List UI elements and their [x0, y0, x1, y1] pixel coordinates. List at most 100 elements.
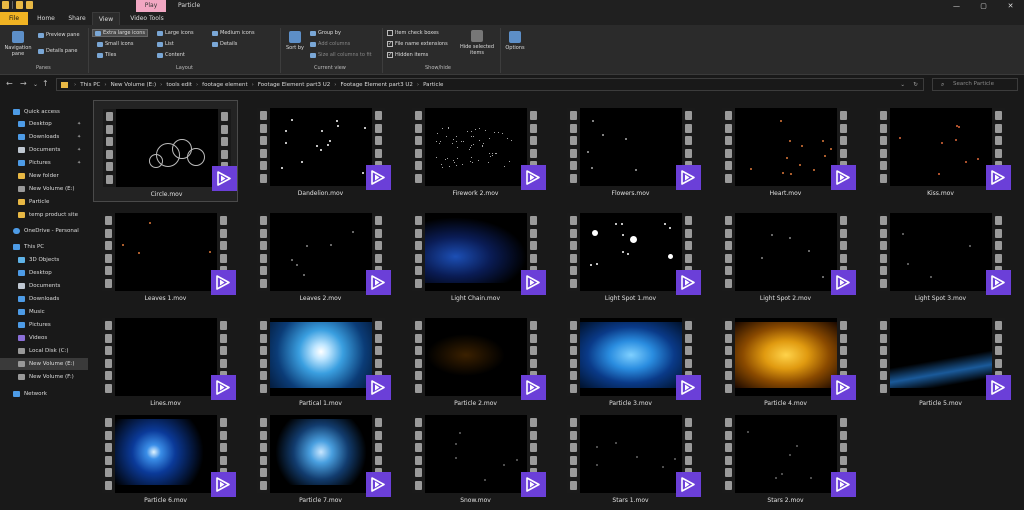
file-item[interactable]: Particle 4.mov: [713, 310, 858, 412]
sidebar-item-documents-pc[interactable]: Documents: [0, 280, 88, 292]
breadcrumb-footage-element[interactable]: footage element: [202, 82, 248, 88]
tab-home[interactable]: Home: [30, 12, 62, 25]
new-folder-icon[interactable]: [26, 1, 33, 9]
options-button[interactable]: Options: [503, 31, 527, 51]
pin-icon[interactable]: ✦: [77, 118, 81, 130]
particle-dot: [750, 168, 753, 171]
file-item[interactable]: Particle 7.mov: [248, 407, 393, 509]
address-dropdown-icon[interactable]: ⌄: [900, 82, 905, 88]
tab-share[interactable]: Share: [62, 12, 92, 25]
file-item[interactable]: Particle 6.mov: [93, 407, 238, 509]
film-strip-edge: [257, 415, 270, 493]
address-bar[interactable]: › This PC › New Volume (E:) › tools edit › …: [56, 78, 924, 91]
forward-arrow-icon[interactable]: →: [20, 79, 27, 88]
sidebar-item-new-volume-e-quick[interactable]: New Volume (E:): [0, 183, 88, 195]
file-item[interactable]: Light Spot 3.mov: [868, 205, 1013, 307]
file-item[interactable]: Particle 5.mov: [868, 310, 1013, 412]
sort-by-button[interactable]: Sort by: [286, 31, 304, 51]
hide-selected-items-button[interactable]: Hide selected items: [458, 30, 496, 56]
pin-icon[interactable]: ✦: [77, 157, 81, 169]
breadcrumb-tools-edit[interactable]: tools edit: [166, 82, 192, 88]
file-item[interactable]: Light Spot 2.mov: [713, 205, 858, 307]
context-tab-play[interactable]: Play: [136, 0, 166, 12]
sidebar-item-desktop[interactable]: Desktop ✦: [0, 118, 88, 130]
group-by-button[interactable]: Group by: [310, 30, 341, 36]
file-item[interactable]: Heart.mov: [713, 100, 858, 202]
sidebar-item-downloads[interactable]: Downloads ✦: [0, 131, 88, 143]
maximize-button[interactable]: ▢: [970, 0, 997, 12]
small-icons-option[interactable]: Small icons: [97, 41, 133, 47]
sidebar-item-local-disk-c[interactable]: Local Disk (C:): [0, 345, 88, 357]
size-all-columns-button[interactable]: Size all columns to fit: [310, 52, 372, 58]
file-item[interactable]: Leaves 2.mov: [248, 205, 393, 307]
file-item[interactable]: Flowers.mov: [558, 100, 703, 202]
tab-video-tools[interactable]: Video Tools: [124, 12, 170, 25]
large-icons-option[interactable]: Large icons: [157, 30, 194, 36]
sidebar-item-pictures[interactable]: Pictures ✦: [0, 157, 88, 169]
sidebar-item-new-volume-e[interactable]: New Volume (E:): [0, 358, 88, 370]
file-item[interactable]: Leaves 1.mov: [93, 205, 238, 307]
sidebar-item-new-folder[interactable]: New folder: [0, 170, 88, 182]
breadcrumb-particle[interactable]: Particle: [423, 82, 443, 88]
tiles-option[interactable]: Tiles: [97, 52, 116, 58]
add-columns-button[interactable]: Add columns: [310, 41, 350, 47]
preview-pane-button[interactable]: Preview pane: [38, 32, 80, 38]
up-arrow-icon[interactable]: ↑: [42, 79, 49, 88]
minimize-button[interactable]: —: [943, 0, 970, 12]
item-check-boxes-toggle[interactable]: Item check boxes: [387, 30, 439, 36]
properties-icon[interactable]: [16, 1, 23, 9]
search-box[interactable]: ⌕ Search Particle: [932, 78, 1018, 91]
recent-locations-icon[interactable]: ⌄: [33, 81, 38, 88]
sidebar-item-this-pc[interactable]: This PC: [0, 241, 88, 253]
sidebar-item-temp-product-site[interactable]: temp product site: [0, 209, 88, 221]
sidebar-item-downloads-pc[interactable]: Downloads: [0, 293, 88, 305]
file-item[interactable]: Dandelion.mov: [248, 100, 393, 202]
refresh-icon[interactable]: ↻: [913, 82, 918, 88]
file-item[interactable]: Light Chain.mov: [403, 205, 548, 307]
sidebar-item-desktop-pc[interactable]: Desktop: [0, 267, 88, 279]
extra-large-icons-option[interactable]: Extra large icons: [91, 29, 149, 37]
medium-icons-option[interactable]: Medium icons: [212, 30, 255, 36]
file-item[interactable]: Stars 1.mov: [558, 407, 703, 509]
sidebar-item-network[interactable]: Network: [0, 388, 88, 400]
file-item[interactable]: Partical 1.mov: [248, 310, 393, 412]
close-button[interactable]: ✕: [997, 0, 1024, 12]
file-item[interactable]: Stars 2.mov: [713, 407, 858, 509]
sidebar-item-particle[interactable]: Particle: [0, 196, 88, 208]
details-option[interactable]: Details: [212, 41, 237, 47]
file-item[interactable]: Particle 3.mov: [558, 310, 703, 412]
file-item[interactable]: Snow.mov: [403, 407, 548, 509]
back-arrow-icon[interactable]: ←: [6, 79, 13, 88]
content-option[interactable]: Content: [157, 52, 185, 58]
file-item[interactable]: Firework 2.mov: [403, 100, 548, 202]
folder-icon[interactable]: [2, 1, 9, 9]
tab-view[interactable]: View: [92, 12, 120, 25]
navigation-pane-button[interactable]: Navigation pane: [4, 31, 32, 57]
sidebar-item-music[interactable]: Music: [0, 306, 88, 318]
sidebar-item-onedrive[interactable]: OneDrive - Personal: [0, 225, 88, 237]
details-pane-button[interactable]: Details pane: [38, 48, 77, 54]
file-item[interactable]: Light Spot 1.mov: [558, 205, 703, 307]
sidebar-item-pictures-pc[interactable]: Pictures: [0, 319, 88, 331]
file-item[interactable]: Kiss.mov: [868, 100, 1013, 202]
particle-dot: [456, 157, 458, 159]
sidebar-item-quick-access[interactable]: Quick access: [0, 106, 88, 118]
file-name-extensions-toggle[interactable]: ✓ File name extensions: [387, 41, 448, 47]
hidden-items-toggle[interactable]: ✓ Hidden items: [387, 52, 428, 58]
particle-dot: [760, 257, 763, 260]
breadcrumb-this-pc[interactable]: This PC: [80, 82, 100, 88]
breadcrumb-footage-element-part3-sub[interactable]: Footage Element part3 U2: [340, 82, 412, 88]
tab-file[interactable]: File: [0, 12, 28, 25]
pin-icon[interactable]: ✦: [77, 131, 81, 143]
file-item[interactable]: Circle.mov: [93, 100, 238, 202]
breadcrumb-new-volume-e[interactable]: New Volume (E:): [111, 82, 157, 88]
sidebar-item-new-volume-f[interactable]: New Volume (F:): [0, 371, 88, 383]
file-item[interactable]: Particle 2.mov: [403, 310, 548, 412]
file-item[interactable]: Lines.mov: [93, 310, 238, 412]
list-option[interactable]: List: [157, 41, 174, 47]
breadcrumb-footage-element-part3[interactable]: Footage Element part3 U2: [258, 82, 330, 88]
sidebar-item-3d-objects[interactable]: 3D Objects: [0, 254, 88, 266]
sidebar-item-videos[interactable]: Videos: [0, 332, 88, 344]
pin-icon[interactable]: ✦: [77, 144, 81, 156]
sidebar-item-documents[interactable]: Documents ✦: [0, 144, 88, 156]
